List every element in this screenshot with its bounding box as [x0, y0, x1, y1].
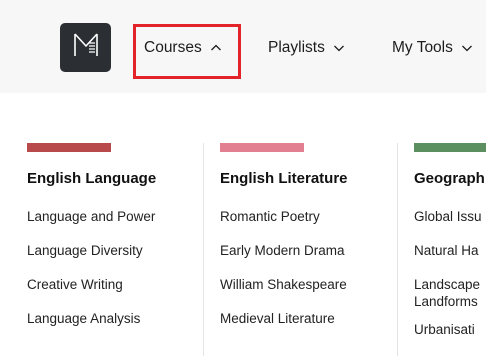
- chevron-down-icon: [333, 42, 345, 54]
- course-link[interactable]: Language and Power: [27, 208, 156, 225]
- course-link[interactable]: Natural Ha: [414, 242, 486, 259]
- course-link[interactable]: Early Modern Drama: [220, 242, 348, 259]
- course-link[interactable]: Global Issu: [414, 208, 486, 225]
- course-link[interactable]: Creative Writing: [27, 276, 156, 293]
- course-column-english-language: English Language Language and Power Lang…: [27, 143, 156, 344]
- page: Courses Playlists My Tools English Langu…: [0, 0, 486, 356]
- subject-color-bar: [220, 143, 304, 152]
- nav-my-tools[interactable]: My Tools: [392, 36, 473, 60]
- course-link[interactable]: Language Diversity: [27, 242, 156, 259]
- course-link[interactable]: Urbanisati: [414, 321, 486, 338]
- course-link[interactable]: Landscape Landforms: [414, 276, 486, 310]
- column-divider: [203, 143, 204, 356]
- courses-highlight-box: [133, 24, 241, 79]
- course-column-english-literature: English Literature Romantic Poetry Early…: [220, 143, 348, 344]
- nav-my-tools-label: My Tools: [392, 39, 453, 56]
- course-column-title[interactable]: Geograph: [414, 170, 486, 190]
- column-divider: [397, 143, 398, 356]
- site-logo[interactable]: [60, 23, 111, 72]
- subject-color-bar: [27, 143, 111, 152]
- course-link-list: Romantic Poetry Early Modern Drama Willi…: [220, 208, 348, 327]
- course-link[interactable]: Medieval Literature: [220, 310, 348, 327]
- chevron-down-icon: [461, 42, 473, 54]
- nav-playlists-label: Playlists: [268, 39, 325, 56]
- course-link[interactable]: Language Analysis: [27, 310, 156, 327]
- subject-color-bar: [414, 143, 486, 152]
- course-column-geography: Geograph Global Issu Natural Ha Landscap…: [414, 143, 486, 355]
- course-link-list: Language and Power Language Diversity Cr…: [27, 208, 156, 327]
- course-column-title[interactable]: English Literature: [220, 170, 348, 190]
- course-link[interactable]: Romantic Poetry: [220, 208, 348, 225]
- course-column-title[interactable]: English Language: [27, 170, 156, 190]
- course-link[interactable]: William Shakespeare: [220, 276, 348, 293]
- course-link-list: Global Issu Natural Ha Landscape Landfor…: [414, 208, 486, 338]
- m-logo-icon: [72, 32, 100, 63]
- nav-playlists[interactable]: Playlists: [268, 36, 345, 60]
- top-navigation-bar: Courses Playlists My Tools: [0, 0, 486, 93]
